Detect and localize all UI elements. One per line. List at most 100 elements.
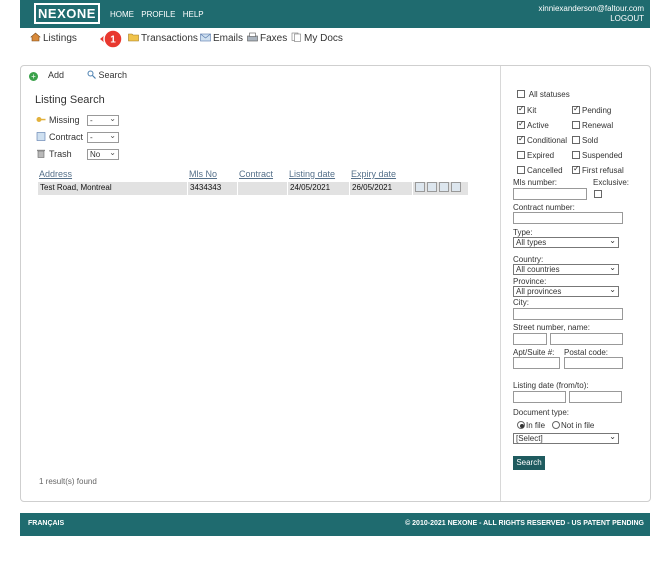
exclusive-label: Exclusive:	[593, 178, 630, 187]
page-title: Listing Search	[35, 94, 105, 106]
col-header-mls[interactable]: Mls No	[189, 169, 217, 179]
results-count: 1 result(s) found	[39, 477, 97, 486]
col-header-listing-date[interactable]: Listing date	[289, 169, 335, 179]
nav-mydocs-label: My Docs	[304, 33, 343, 44]
checkbox-kit[interactable]	[517, 104, 525, 114]
country-select[interactable]: All countries	[513, 263, 619, 275]
search-toolbar-label: Search	[98, 70, 128, 80]
logout-link[interactable]: LOGOUT	[538, 14, 644, 24]
contract-number-label: Contract number:	[513, 203, 575, 212]
fax-icon	[247, 32, 258, 42]
all-statuses-checkbox[interactable]: All statuses	[517, 90, 570, 99]
status-pending[interactable]: Pending	[572, 104, 612, 115]
filter-contract-select[interactable]: -	[87, 131, 119, 143]
status-expired-label: Expired	[527, 151, 555, 160]
checkbox-all-statuses[interactable]	[517, 90, 525, 98]
listing-date-to-input[interactable]	[569, 391, 622, 403]
filter-missing: Missing	[36, 115, 89, 125]
nav-home-link[interactable]: HOME	[110, 10, 134, 19]
checkbox-active[interactable]	[517, 119, 525, 129]
status-expired[interactable]: Expired	[517, 151, 554, 160]
not-in-file-radio[interactable]: Not in file	[552, 421, 594, 430]
status-first-refusal[interactable]: First refusal	[572, 164, 624, 175]
document-icon[interactable]	[415, 182, 425, 192]
street-number-input[interactable]	[513, 333, 547, 345]
user-email: xinniexanderson@faltour.com	[538, 4, 644, 13]
document-select[interactable]: [Select]	[513, 432, 619, 444]
checkbox-first-refusal[interactable]	[572, 164, 580, 174]
status-active[interactable]: Active	[517, 119, 549, 130]
checkbox-cancelled[interactable]	[517, 166, 525, 174]
filter-contract-label: Contract	[49, 132, 84, 142]
apt-input[interactable]	[513, 357, 560, 369]
search-toolbar-button[interactable]: Search	[87, 70, 138, 80]
col-header-expiry-date[interactable]: Expiry date	[351, 169, 396, 179]
status-cancelled[interactable]: Cancelled	[517, 166, 563, 175]
status-conditional[interactable]: Conditional	[517, 134, 567, 145]
status-pending-label: Pending	[582, 106, 612, 115]
cell-mls: 3434343	[190, 183, 222, 192]
search-button[interactable]: Search	[513, 456, 545, 470]
edit-icon[interactable]	[427, 182, 437, 192]
checkbox-suspended[interactable]	[572, 151, 580, 159]
envelope-icon	[200, 33, 211, 42]
nav-listings-label: Listings	[43, 33, 77, 44]
radio-not-in-file[interactable]	[552, 421, 560, 429]
print-icon[interactable]	[439, 182, 449, 192]
contract-number-input[interactable]	[513, 212, 623, 224]
status-suspended[interactable]: Suspended	[572, 151, 622, 160]
in-file-radio[interactable]: In file	[517, 421, 545, 430]
col-header-contract[interactable]: Contract	[239, 169, 273, 179]
filter-missing-label: Missing	[49, 115, 80, 125]
nexone-logo[interactable]: NEXONE	[34, 3, 100, 24]
cell-address: Test Road, Montreal	[40, 183, 112, 192]
radio-in-file[interactable]	[517, 421, 525, 429]
key-icon	[36, 117, 46, 122]
checkbox-sold[interactable]	[572, 136, 580, 144]
nav-help-link[interactable]: HELP	[183, 10, 204, 19]
checkbox-renewal[interactable]	[572, 121, 580, 129]
status-kit[interactable]: Kit	[517, 104, 536, 115]
nav-faxes-label: Faxes	[260, 33, 288, 44]
col-header-address[interactable]: Address	[39, 169, 72, 179]
nav-transactions[interactable]: Transactions	[128, 32, 198, 44]
nav-listings[interactable]: Listings	[30, 32, 77, 44]
row-actions	[415, 182, 463, 194]
document-type-label: Document type:	[513, 408, 570, 417]
status-active-label: Active	[527, 121, 549, 130]
notes-icon[interactable]	[451, 182, 461, 192]
province-select[interactable]: All provinces	[513, 285, 619, 297]
status-renewal[interactable]: Renewal	[572, 121, 613, 130]
nav-faxes[interactable]: Faxes	[247, 32, 287, 44]
listing-toolbar: + Add Search	[29, 70, 147, 81]
exclusive-checkbox[interactable]	[594, 190, 602, 198]
postal-code-input[interactable]	[564, 357, 623, 369]
language-link[interactable]: FRANÇAIS	[28, 520, 64, 527]
type-select[interactable]: All types	[513, 236, 619, 248]
apt-label: Apt/Suite #:	[513, 348, 555, 357]
add-button-label: Add	[48, 70, 65, 80]
house-icon	[30, 32, 41, 42]
nav-emails[interactable]: Emails	[200, 32, 243, 44]
filter-trash-select[interactable]: No	[87, 148, 119, 160]
province-label: Province:	[513, 277, 547, 286]
nav-profile-link[interactable]: PROFILE	[141, 10, 175, 19]
street-name-input[interactable]	[550, 333, 623, 345]
checkbox-pending[interactable]	[572, 104, 580, 114]
status-renewal-label: Renewal	[582, 121, 614, 130]
status-suspended-label: Suspended	[582, 151, 623, 160]
checkbox-expired[interactable]	[517, 151, 525, 159]
trash-icon	[37, 149, 45, 158]
status-sold[interactable]: Sold	[572, 136, 598, 145]
checkbox-conditional[interactable]	[517, 134, 525, 144]
status-sold-label: Sold	[582, 136, 599, 145]
listing-date-label: Listing date (from/to):	[513, 381, 589, 390]
city-input[interactable]	[513, 308, 623, 320]
nav-emails-label: Emails	[213, 33, 244, 44]
nav-mydocs[interactable]: My Docs	[291, 32, 343, 44]
country-label: Country:	[513, 255, 544, 264]
listing-date-from-input[interactable]	[513, 391, 566, 403]
add-button[interactable]: + Add	[29, 70, 74, 81]
mls-input[interactable]	[513, 188, 587, 200]
filter-missing-select[interactable]: -	[87, 114, 119, 126]
